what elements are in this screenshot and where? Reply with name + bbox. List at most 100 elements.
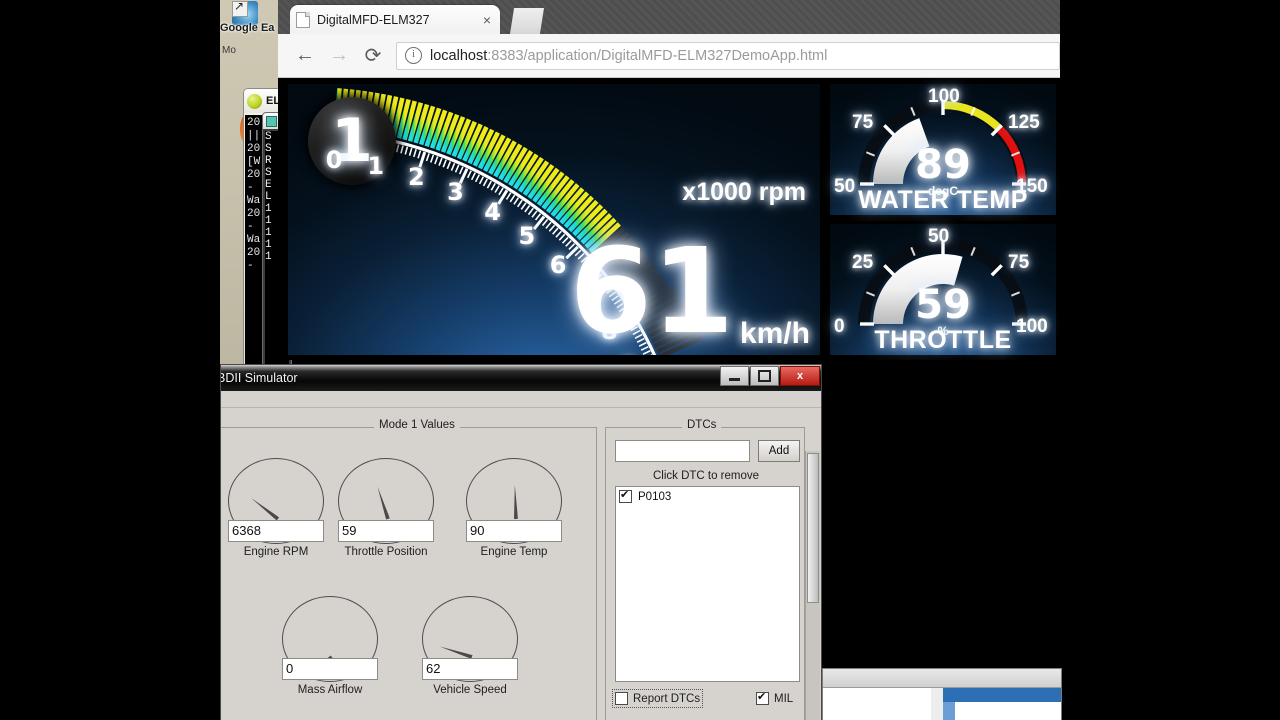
background-window-splitter: [931, 688, 943, 720]
minimize-button[interactable]: [720, 366, 749, 386]
page-icon: [296, 11, 310, 28]
browser-tabstrip: DigitalMFD-ELM327 ×: [278, 0, 1060, 34]
gauge-value-field[interactable]: 6368: [228, 520, 324, 542]
reload-icon[interactable]: ⟳: [356, 39, 390, 73]
gauge-tick-label: 50: [928, 226, 950, 247]
water-temp-title: WATER TEMP: [858, 186, 1028, 214]
tachometer-panel: 1 0123456789 x1000 rpm 61 km/h: [285, 81, 823, 358]
obdii-simulator-window: BDII Simulator x Mode 1 Values 6368 Engin…: [220, 364, 822, 720]
desktop-link-label: Mo: [222, 45, 236, 56]
gauge-needle: [439, 645, 473, 659]
window-controls: x: [720, 366, 820, 386]
gauge-label: Throttle Position: [344, 546, 428, 558]
simulator-scrollbar[interactable]: [805, 451, 820, 720]
simulator-body: Mode 1 Values 6368 Engine RPM 59 Throttle P…: [221, 408, 821, 720]
gauge-label: Mass Airflow: [297, 684, 363, 696]
close-button[interactable]: x: [780, 366, 820, 386]
background-window-right-pane: [955, 702, 1061, 720]
background-window-left-pane: [823, 688, 932, 720]
gauge-value-field[interactable]: 62: [422, 658, 518, 680]
tachometer-tick-label: 6: [549, 250, 567, 279]
dtcs-group: DTCs Add Click DTC to remove P0103 Repor…: [605, 419, 805, 720]
mil-label: MIL: [774, 692, 794, 705]
simulator-menubar: [221, 391, 821, 408]
address-bar[interactable]: i localhost:8383/application/DigitalMFD-…: [396, 41, 1060, 70]
gauge-label: Engine Temp: [480, 546, 548, 558]
url-path: :8383/application/DigitalMFD-ELM327DemoA…: [487, 47, 828, 64]
background-window-toolbar: [823, 669, 1061, 688]
mode1-values-group: Mode 1 Values 6368 Engine RPM 59 Throttle P…: [221, 419, 597, 720]
gauge-label: Vehicle Speed: [433, 684, 507, 696]
simulator-titlebar[interactable]: BDII Simulator x: [221, 365, 821, 391]
browser-tab[interactable]: DigitalMFD-ELM327 ×: [290, 5, 500, 34]
maximize-icon: [758, 370, 771, 382]
gauge-value-field[interactable]: 90: [466, 520, 562, 542]
report-dtcs-label: Report DTCs: [633, 692, 701, 705]
gauge-value-field[interactable]: 59: [338, 520, 434, 542]
simulator-gauge: 59 Throttle Position: [338, 458, 434, 558]
close-icon: x: [796, 370, 804, 382]
browser-toolbar: ← → ⟳ i localhost:8383/application/Digit…: [278, 34, 1060, 78]
water-temp-gauge: 50 75 100 125 150 89 degC WATER TEMP: [827, 81, 1059, 218]
dtc-checkbox-icon[interactable]: [619, 488, 632, 503]
gauge-tick-label: 75: [1008, 252, 1030, 273]
page-info-icon[interactable]: i: [405, 47, 422, 64]
throttle-value: 59: [915, 282, 971, 328]
close-tab-icon[interactable]: ×: [480, 12, 494, 28]
browser-tab-title: DigitalMFD-ELM327: [317, 12, 430, 27]
dtc-list[interactable]: P0103: [615, 486, 800, 682]
minimize-icon: [729, 378, 740, 381]
screen: Google Ea Mo EL 20 || 20 [W 20 - Wa 20 -…: [0, 0, 1280, 720]
report-dtcs-checkbox-icon[interactable]: [615, 692, 628, 705]
mode1-caption: Mode 1 Values: [374, 419, 460, 431]
throttle-title: THROTTLE: [874, 326, 1012, 354]
simulator-gauge: 90 Engine Temp: [466, 458, 562, 558]
background-explorer-window[interactable]: [822, 668, 1062, 720]
throttle-gauge: 0 25 50 75 100 59 % THROTTLE: [827, 221, 1059, 358]
side-gauges: 50 75 100 125 150 89 degC WATER TEMP 0 25 50 75…: [827, 81, 1059, 360]
forward-icon[interactable]: →: [322, 39, 356, 73]
gauge-needle: [376, 486, 390, 520]
elm-app-icon: [247, 93, 262, 109]
gauge-tick-label: 25: [852, 252, 874, 273]
scrollbar-thumb[interactable]: [807, 453, 819, 603]
tachometer-tick-label: 1: [367, 151, 385, 180]
dtc-code: P0103: [638, 490, 672, 503]
gauge-needle: [250, 496, 279, 520]
report-dtcs-checkbox[interactable]: Report DTCs: [611, 689, 704, 708]
address-bar-url: localhost:8383/application/DigitalMFD-EL…: [430, 48, 827, 64]
simulator-gauge: 6368 Engine RPM: [228, 458, 324, 558]
url-host: localhost: [430, 47, 488, 64]
simulator-gauge: 0 Mass Airflow: [282, 596, 378, 696]
new-tab-button[interactable]: [510, 8, 544, 34]
rpm-unit-label: x1000 rpm: [682, 178, 806, 206]
back-icon[interactable]: ←: [288, 39, 322, 73]
maximize-button[interactable]: [750, 366, 779, 386]
tachometer-tick-label: 2: [408, 162, 425, 191]
gauge-label: Engine RPM: [243, 546, 309, 558]
gauge-value-field[interactable]: 0: [282, 658, 378, 680]
shortcut-arrow-icon: [232, 0, 248, 17]
tachometer-tick-label: 5: [518, 222, 536, 251]
tachometer-tick-label: 3: [447, 178, 464, 207]
list-item[interactable]: P0103: [616, 487, 799, 503]
mil-checkbox-icon[interactable]: [756, 690, 769, 705]
speed-value: 61: [569, 222, 734, 358]
console-app-icon: [266, 115, 277, 127]
dtc-hint-label: Click DTC to remove: [652, 470, 760, 482]
dtcs-caption: DTCs: [682, 419, 722, 431]
dtc-input[interactable]: [615, 440, 750, 462]
gauge-tick-label: 75: [852, 112, 874, 133]
simulator-window-title: BDII Simulator: [220, 371, 298, 385]
tachometer-tick-label: 0: [325, 146, 343, 175]
simulator-gauge: 62 Vehicle Speed: [422, 596, 518, 696]
mil-checkbox[interactable]: MIL: [756, 690, 794, 705]
water-temp-value: 89: [915, 142, 971, 188]
google-earth-label: Google Ea: [220, 22, 275, 34]
speed-unit-label: km/h: [739, 317, 810, 350]
browser-window: DigitalMFD-ELM327 × ← → ⟳ i localhost:83…: [278, 0, 1060, 360]
gauge-tick-label: 125: [1008, 112, 1040, 133]
gauge-tick-label: 100: [928, 86, 960, 107]
add-dtc-button[interactable]: Add: [758, 440, 800, 462]
gauge-needle: [513, 485, 518, 519]
